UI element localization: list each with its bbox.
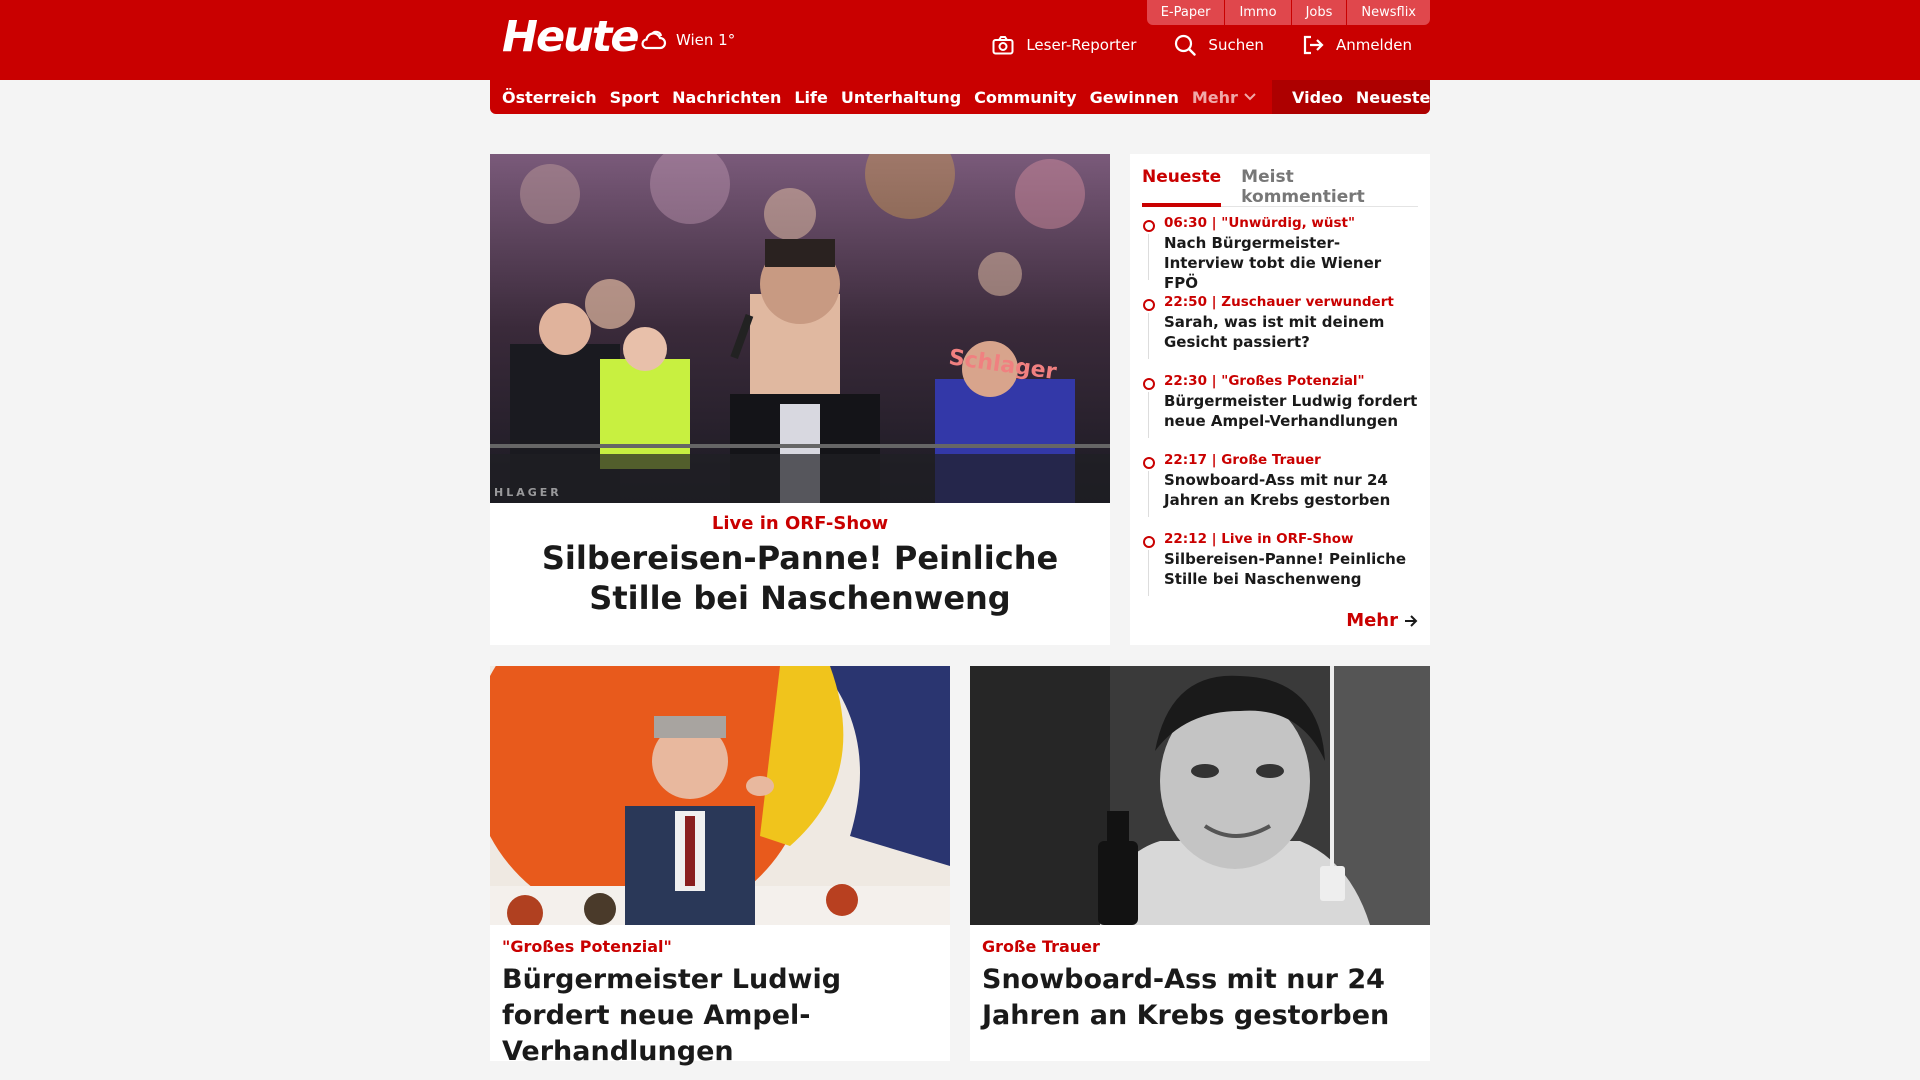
ticker-tabs: Neueste Meist kommentiert bbox=[1142, 162, 1418, 207]
article-card-image[interactable] bbox=[970, 666, 1430, 925]
hero-image[interactable]: Schlager HLAGER bbox=[490, 154, 1110, 503]
ticker-item-meta: 22:50 | Zuschauer verwundert bbox=[1164, 294, 1394, 310]
search-label: Suchen bbox=[1208, 36, 1264, 54]
nav-quick-links: Video Neueste bbox=[1272, 80, 1430, 114]
article-card-ludwig[interactable]: "Großes Potenzial" Bürgermeister Ludwig … bbox=[490, 666, 950, 1067]
ticker-item-title: Nach Bürgermeister-Interview tobt die Wi… bbox=[1164, 234, 1382, 292]
ticker-item-meta: 22:30 | "Großes Potenzial" bbox=[1164, 373, 1365, 389]
header-actions: Leser-Reporter Suchen Anmelden bbox=[954, 34, 1412, 56]
login-button[interactable]: Anmelden bbox=[1302, 35, 1412, 55]
camera-icon bbox=[992, 35, 1014, 54]
hero-headline[interactable]: Silbereisen-Panne! Peinliche Stille bei … bbox=[490, 534, 1110, 618]
ticker-list: 06:30 | "Unwürdig, wüst" Nach Bürgermeis… bbox=[1142, 214, 1418, 609]
ticker-item[interactable]: 22:50 | Zuschauer verwundert Sarah, was … bbox=[1142, 293, 1418, 372]
nav-item-video[interactable]: Video bbox=[1292, 88, 1343, 107]
concert-photo: Schlager bbox=[490, 154, 1110, 503]
epaper-link[interactable]: E-Paper bbox=[1146, 0, 1225, 25]
ticker-item-title: Bürgermeister Ludwig fordert neue Ampel-… bbox=[1164, 392, 1418, 430]
chevron-down-icon bbox=[1244, 93, 1256, 101]
nav-item-oesterreich[interactable]: Österreich bbox=[502, 88, 597, 107]
ticker-item-meta: 06:30 | "Unwürdig, wüst" bbox=[1164, 215, 1356, 231]
article-card-kicker: Große Trauer bbox=[982, 937, 1100, 956]
nav-item-community[interactable]: Community bbox=[974, 88, 1076, 107]
hero-image-watermark: HLAGER bbox=[494, 486, 562, 499]
weather-label: Wien 1° bbox=[676, 31, 736, 49]
leser-reporter-button[interactable]: Leser-Reporter bbox=[992, 35, 1137, 55]
ticker-item[interactable]: 06:30 | "Unwürdig, wüst" Nach Bürgermeis… bbox=[1142, 214, 1418, 293]
nav-item-unterhaltung[interactable]: Unterhaltung bbox=[841, 88, 961, 107]
ticker-item-title: Silbereisen-Panne! Peinliche Stille bei … bbox=[1164, 550, 1407, 588]
site-logo[interactable]: Heute bbox=[502, 12, 639, 62]
search-icon bbox=[1175, 34, 1197, 56]
article-card-headline[interactable]: Snowboard-Ass mit nur 24 Jahren an Krebs… bbox=[982, 962, 1418, 1034]
ticker-item-meta: 22:12 | Live in ORF-Show bbox=[1164, 531, 1354, 547]
tab-meist-kommentiert[interactable]: Meist kommentiert bbox=[1241, 162, 1398, 207]
nav-item-neueste[interactable]: Neueste bbox=[1356, 88, 1431, 107]
ticker-item-meta: 22:17 | Große Trauer bbox=[1164, 452, 1321, 468]
ticker-more-link[interactable]: Mehr bbox=[1346, 610, 1418, 631]
ticker-item-title: Snowboard-Ass mit nur 24 Jahren an Krebs… bbox=[1164, 471, 1391, 509]
tab-neueste[interactable]: Neueste bbox=[1142, 162, 1222, 207]
nav-item-sport[interactable]: Sport bbox=[610, 88, 660, 107]
weather-cloud-icon bbox=[641, 30, 667, 50]
news-ticker-panel: Neueste Meist kommentiert 06:30 | "Unwür… bbox=[1130, 154, 1430, 645]
ticker-more-label: Mehr bbox=[1346, 610, 1398, 631]
article-card-headline[interactable]: Bürgermeister Ludwig fordert neue Ampel-… bbox=[502, 962, 938, 1070]
ticker-item-title: Sarah, was ist mit deinem Gesicht passie… bbox=[1164, 313, 1385, 351]
article-card-snowboard[interactable]: Große Trauer Snowboard-Ass mit nur 24 Ja… bbox=[970, 666, 1430, 1061]
hero-kicker: Live in ORF-Show bbox=[711, 513, 889, 534]
main-navigation: Österreich Sport Nachrichten Life Unterh… bbox=[490, 80, 1430, 114]
arrow-right-icon bbox=[1405, 614, 1418, 627]
login-label: Anmelden bbox=[1335, 36, 1412, 54]
service-links: E-Paper Immo Jobs Newsflix bbox=[1146, 0, 1430, 25]
search-button[interactable]: Suchen bbox=[1174, 34, 1264, 56]
ticker-item[interactable]: 22:12 | Live in ORF-Show Silbereisen-Pan… bbox=[1142, 530, 1418, 609]
ticker-item[interactable]: 22:17 | Große Trauer Snowboard-Ass mit n… bbox=[1142, 451, 1418, 530]
portrait-photo bbox=[970, 666, 1430, 925]
hero-article[interactable]: Schlager HLAGER Live in ORF-Show Silbere… bbox=[490, 154, 1110, 645]
nav-more-label: Mehr bbox=[1191, 87, 1238, 107]
politician-photo bbox=[490, 666, 950, 925]
nav-item-gewinnen[interactable]: Gewinnen bbox=[1090, 88, 1179, 107]
weather-widget[interactable]: Wien 1° bbox=[638, 28, 735, 52]
login-icon bbox=[1303, 35, 1324, 55]
immo-link[interactable]: Immo bbox=[1225, 0, 1291, 25]
ticker-item[interactable]: 22:30 | "Großes Potenzial" Bürgermeister… bbox=[1142, 372, 1418, 451]
newsflix-link[interactable]: Newsflix bbox=[1347, 0, 1430, 25]
nav-item-nachrichten[interactable]: Nachrichten bbox=[672, 88, 781, 107]
nav-item-more[interactable]: Mehr bbox=[1192, 88, 1257, 107]
jobs-link[interactable]: Jobs bbox=[1291, 0, 1347, 25]
leser-reporter-label: Leser-Reporter bbox=[1026, 36, 1137, 54]
article-card-kicker: "Großes Potenzial" bbox=[502, 937, 672, 956]
article-card-image[interactable] bbox=[490, 666, 950, 925]
nav-item-life[interactable]: Life bbox=[794, 88, 828, 107]
